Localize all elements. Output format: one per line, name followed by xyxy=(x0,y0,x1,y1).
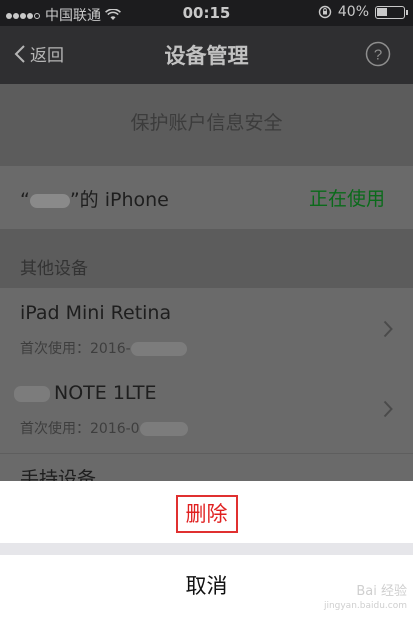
current-device-name: “ ”的 iPhone xyxy=(20,185,169,212)
battery-percent: 40% xyxy=(337,4,369,20)
device-row-ipad[interactable]: iPad Mini Retina 首次使用：2016- xyxy=(0,288,413,374)
redacted-date xyxy=(130,342,187,356)
delete-button[interactable]: 删除 xyxy=(0,481,413,543)
device-first-used: 首次使用：2016-0 xyxy=(20,418,188,438)
battery-icon xyxy=(375,5,408,19)
current-device-status: 正在使用 xyxy=(308,188,385,210)
screen: 中国联通 00:15 40% 返回 设备管理 ? 保护账户信息安全 “ ”的 i… xyxy=(0,0,413,617)
cancel-label: 取消 xyxy=(185,574,228,598)
redacted-date xyxy=(139,422,188,436)
chevron-right-icon xyxy=(383,320,393,338)
redacted-name xyxy=(29,193,70,208)
page-title: 设备管理 xyxy=(164,44,249,68)
other-devices-header: 其他设备 xyxy=(20,259,88,279)
watermark: Bai 经验 jingyan.baidu.com xyxy=(324,585,407,613)
rotation-lock-icon xyxy=(318,5,332,19)
redacted-brand xyxy=(14,385,50,402)
current-device-name-suffix: ”的 iPhone xyxy=(69,189,169,211)
action-sheet: 删除 取消 Bai 经验 jingyan.baidu.com xyxy=(0,481,413,617)
watermark-line2: jingyan.baidu.com xyxy=(323,601,407,611)
help-icon[interactable]: ? xyxy=(365,41,391,67)
device-first-used-label: 首次使用：2016- xyxy=(20,341,131,357)
current-device-row[interactable]: “ ”的 iPhone 正在使用 xyxy=(0,166,413,229)
status-right: 40% xyxy=(318,4,408,20)
watermark-line1: Bai 经验 xyxy=(356,584,407,599)
status-bar: 中国联通 00:15 40% xyxy=(0,0,413,26)
navigation-bar: 返回 设备管理 ? xyxy=(0,26,413,84)
device-first-used: 首次使用：2016- xyxy=(20,338,187,358)
chevron-right-icon xyxy=(383,400,393,418)
device-title: NOTE 1LTE xyxy=(14,382,157,404)
device-first-used-label: 首次使用：2016-0 xyxy=(20,421,140,437)
delete-label: 删除 xyxy=(175,495,238,533)
device-title: iPad Mini Retina xyxy=(20,302,172,324)
svg-text:?: ? xyxy=(374,47,382,64)
device-row-note[interactable]: NOTE 1LTE 首次使用：2016-0 xyxy=(0,368,413,454)
current-device-open-quote: “ xyxy=(20,189,30,211)
security-banner: 保护账户信息安全 xyxy=(130,112,283,134)
device-title-text: NOTE 1LTE xyxy=(54,382,157,404)
